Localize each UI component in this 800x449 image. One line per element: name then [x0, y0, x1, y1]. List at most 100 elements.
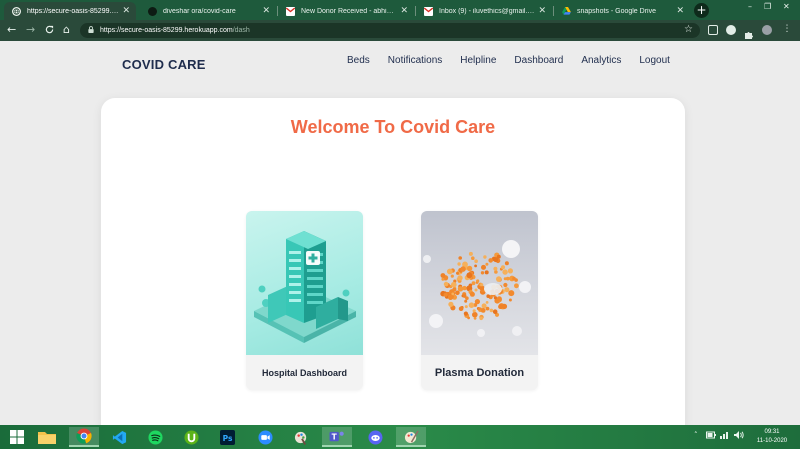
plasma-cell-dot [450, 274, 454, 278]
maximize-icon[interactable]: ❐ [764, 2, 771, 11]
plasma-cell-dot [474, 288, 478, 292]
plasma-cell-dot [496, 276, 502, 282]
vscode-icon[interactable] [104, 427, 134, 447]
plasma-cell-dot [494, 270, 498, 274]
plasma-cell-dot [493, 266, 498, 271]
plasma-cell-dot [441, 277, 445, 281]
site-brand-logo[interactable]: COVID CARE [122, 57, 206, 72]
battery-icon[interactable] [706, 431, 716, 441]
photoshop-icon[interactable]: Ps [212, 427, 242, 447]
url-path: /dash [232, 27, 250, 34]
plasma-cell-dot [477, 307, 481, 311]
plasma-cell-dot [467, 316, 470, 320]
plasma-cells-illustration [421, 211, 538, 355]
discord-icon[interactable] [360, 427, 390, 447]
plasma-cell-dot [507, 268, 513, 274]
tab-title: https://secure-oasis-85299.herokuapp.com… [27, 7, 118, 15]
close-window-icon[interactable]: ✕ [783, 2, 790, 11]
chrome-icon[interactable] [69, 427, 99, 447]
address-bar[interactable]: https://secure-oasis-85299.herokuapp.com… [80, 23, 700, 38]
windows-start-icon[interactable] [2, 427, 32, 447]
forward-icon[interactable]: → [26, 23, 35, 37]
spotify-icon[interactable] [140, 427, 170, 447]
reload-icon[interactable] [45, 23, 54, 39]
new-tab-button[interactable]: + [694, 3, 709, 18]
nav-logout[interactable]: Logout [639, 55, 670, 66]
plasma-cell-dot [440, 273, 446, 278]
back-icon[interactable]: ← [7, 23, 16, 37]
tab-title: New Donor Received - abhishek [301, 7, 397, 15]
network-icon[interactable] [720, 431, 730, 441]
plasma-cell-dot [472, 309, 476, 313]
home-icon[interactable]: ⌂ [63, 23, 70, 37]
plasma-cell-dot [488, 258, 493, 263]
plasma-cell-dot [481, 303, 487, 309]
teams-icon[interactable]: T [322, 427, 352, 447]
chrome-menu-icon[interactable]: ⋮ [782, 25, 792, 35]
tab-close-icon[interactable]: ✕ [122, 6, 130, 16]
tray-overflow-icon[interactable]: ˄ [694, 431, 698, 439]
plasma-cell-dot [458, 306, 464, 311]
plasma-cell-dot [457, 275, 463, 281]
tab-heroku[interactable]: https://secure-oasis-85299.herokuapp.com… [4, 2, 136, 20]
lock-icon [88, 26, 94, 35]
tab-title: snapshots - Google Drive [577, 7, 656, 15]
card-label[interactable]: Plasma Donation [421, 355, 538, 390]
svg-text:Ps: Ps [222, 433, 232, 442]
plasma-cell-dot [443, 281, 449, 287]
plasma-cell-dot [505, 276, 510, 281]
nav-analytics[interactable]: Analytics [581, 55, 621, 66]
reading-list-icon[interactable] [708, 25, 718, 35]
zoom-icon[interactable] [250, 427, 280, 447]
extensions-puzzle-icon[interactable] [744, 25, 754, 39]
plasma-cell-dot [496, 296, 502, 302]
plasma-donation-card[interactable]: Plasma Donation [421, 211, 538, 390]
plasma-cell-dot [476, 279, 480, 283]
plasma-cell-dot [481, 264, 486, 270]
web-page: COVID CARE Beds Notifications Helpline D… [0, 41, 800, 425]
plasma-cell-dot [480, 308, 486, 313]
nav-beds[interactable]: Beds [347, 55, 370, 66]
plasma-cell-dot [464, 299, 468, 303]
plasma-cell-dot [474, 264, 477, 268]
tab-close-icon[interactable]: ✕ [400, 6, 408, 16]
github-extension-icon[interactable] [726, 25, 736, 35]
tab-title: diveshar ora/covid-care [163, 7, 236, 15]
browser-tab-bar: https://secure-oasis-85299.herokuapp.com… [0, 0, 800, 20]
nav-dashboard[interactable]: Dashboard [514, 55, 563, 66]
tab-google-drive[interactable]: snapshots - Google Drive ✕ [554, 2, 690, 20]
plasma-cell-dot [485, 262, 489, 266]
bookmark-star-icon[interactable]: ☆ [684, 24, 693, 35]
system-clock[interactable]: 09:31 11-10-2020 [752, 428, 792, 446]
hospital-dashboard-card[interactable]: Hospital Dashboard [246, 211, 363, 390]
plasma-cell-dot [447, 294, 454, 300]
nav-notifications[interactable]: Notifications [388, 55, 442, 66]
plasma-cell-dot [464, 305, 468, 309]
plasma-cell-dot [508, 290, 515, 297]
drive-icon [562, 7, 571, 16]
card-label[interactable]: Hospital Dashboard [246, 355, 363, 390]
clock-time: 09:31 [764, 429, 780, 435]
tab-close-icon[interactable]: ✕ [676, 6, 684, 16]
svg-text:T: T [332, 432, 338, 441]
tab-gmail-inbox[interactable]: Inbox (9) - iluvethics@gmail.com ✕ [416, 2, 552, 20]
tab-close-icon[interactable]: ✕ [262, 6, 270, 16]
minimize-icon[interactable]: – [748, 2, 752, 11]
file-explorer-icon[interactable] [32, 427, 62, 447]
plasma-cell-dot [455, 290, 460, 296]
paint-icon[interactable] [286, 427, 316, 447]
tab-close-icon[interactable]: ✕ [538, 6, 546, 16]
profile-avatar[interactable] [762, 25, 772, 35]
browser-toolbar: ← → ⌂ https://secure-oasis-85299.herokua… [0, 20, 800, 41]
volume-icon[interactable] [734, 431, 744, 441]
plasma-cell-dot [504, 261, 509, 266]
github-icon [148, 6, 157, 16]
plasma-cell-dot [452, 287, 457, 292]
gmail-icon [286, 6, 295, 16]
plasma-cell-dot [460, 266, 466, 272]
nav-helpline[interactable]: Helpline [460, 55, 496, 66]
tab-gmail-donor[interactable]: New Donor Received - abhishek ✕ [278, 2, 414, 20]
utorrent-icon[interactable] [176, 427, 206, 447]
tab-github[interactable]: diveshar ora/covid-care ✕ [140, 2, 276, 20]
paint-brush-icon[interactable] [396, 427, 426, 447]
